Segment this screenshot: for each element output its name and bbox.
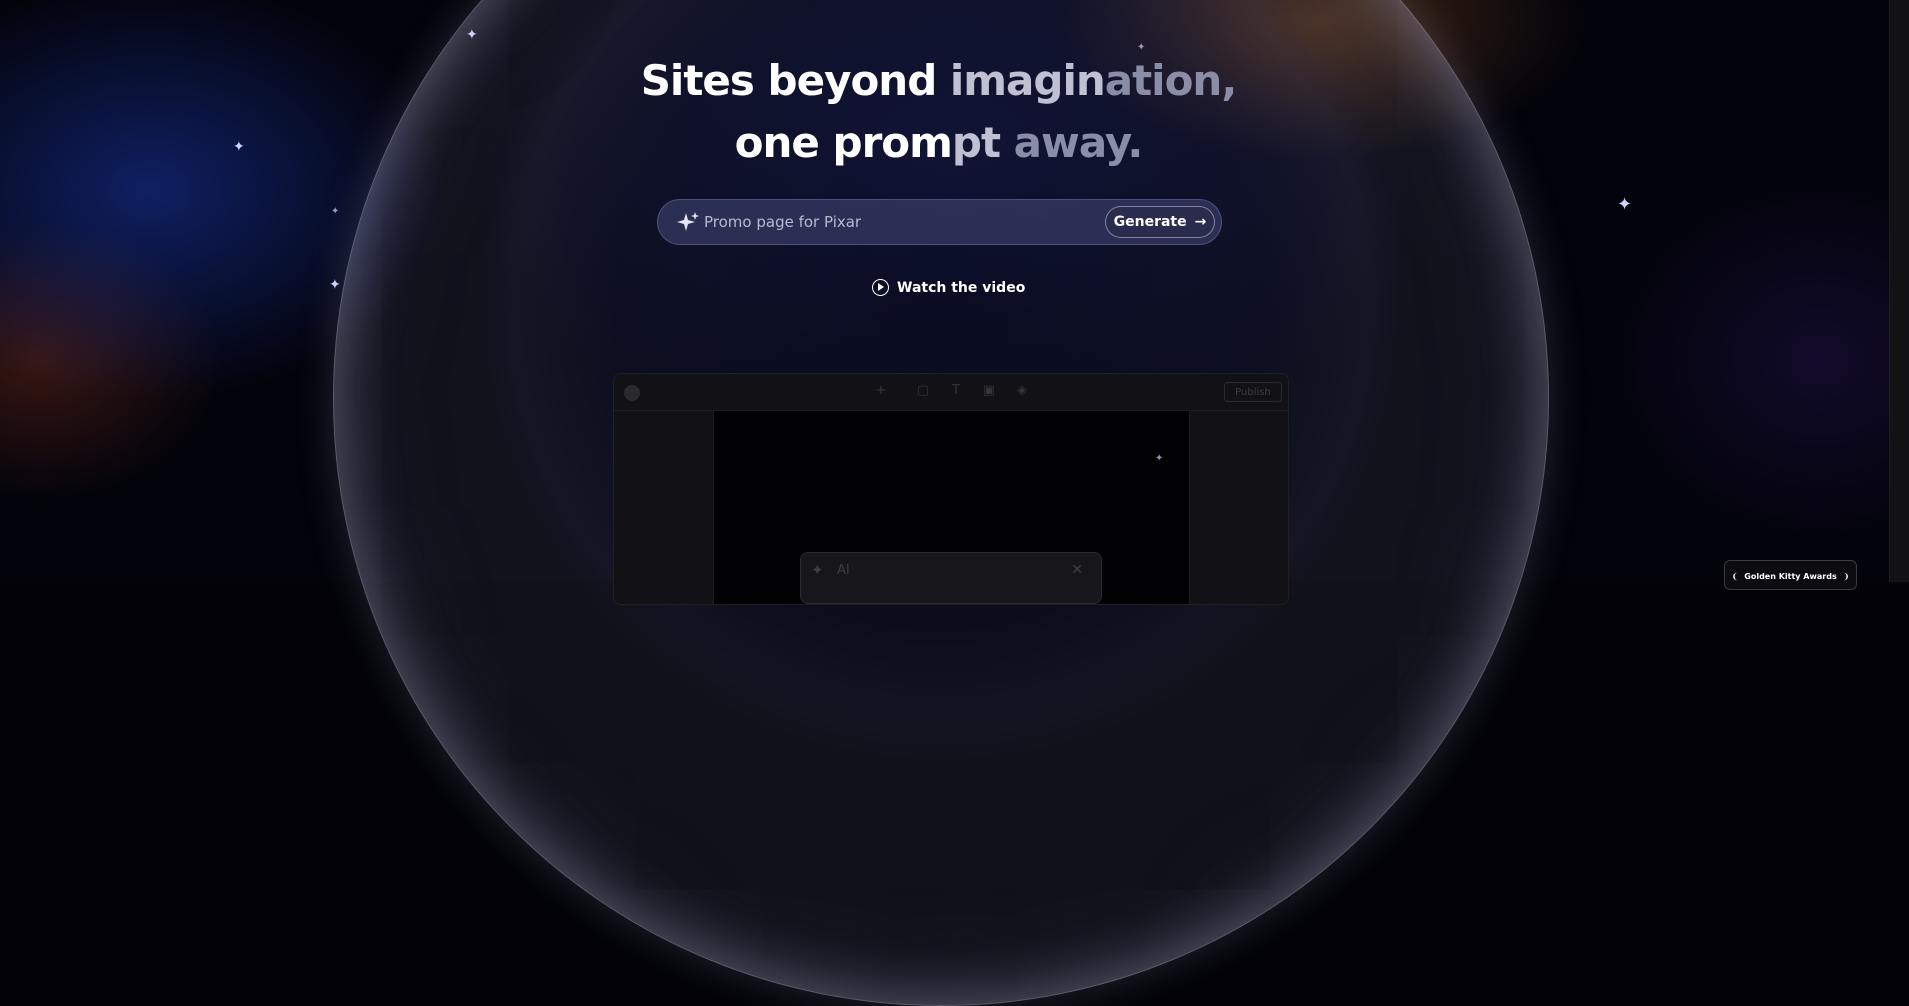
star-icon: ✦ (1617, 194, 1633, 215)
golden-kitty-badge[interactable]: ❨ Golden Kitty Awards ❩ (1724, 560, 1857, 590)
ai-label: AI (837, 563, 850, 578)
headline-line1: Sites beyond imagination, (640, 56, 1238, 105)
editor-preview: + ▢ T ▣ ◈ Publish ✦ ✦ AI ✕ (613, 373, 1289, 605)
badge-label: Golden Kitty Awards (1744, 572, 1837, 581)
laurel-icon: ❨ (1731, 572, 1739, 581)
star-icon: ✦ (1155, 453, 1164, 464)
scrollbar[interactable] (1889, 0, 1909, 582)
image-icon: ▣ (982, 383, 996, 398)
generate-button[interactable]: Generate → (1105, 206, 1215, 238)
arrow-right-icon: → (1194, 214, 1207, 230)
watch-video-link[interactable]: Watch the video (872, 279, 1025, 296)
star-icon: ✦ (466, 27, 478, 43)
generate-label: Generate (1113, 214, 1187, 230)
ai-panel: ✦ AI ✕ (800, 552, 1102, 604)
close-icon: ✕ (1071, 562, 1083, 578)
logo-icon (624, 385, 640, 401)
sparkles-icon (677, 212, 699, 231)
sparkles-icon: ✦ (811, 561, 824, 579)
editor-toolbar: + ▢ T ▣ ◈ Publish (614, 374, 1288, 411)
watch-video-label: Watch the video (897, 279, 1026, 296)
publish-button: Publish (1224, 382, 1282, 402)
star-icon: ✦ (329, 277, 341, 293)
laurel-icon: ❩ (1842, 572, 1850, 581)
add-icon: + (875, 383, 887, 398)
headline-line2: one prompt away. (734, 118, 1144, 167)
component-icon: ◈ (1017, 383, 1027, 398)
play-circle-icon (872, 279, 889, 296)
frame-icon: ▢ (916, 383, 930, 398)
prompt-bar: Generate → (657, 199, 1222, 245)
text-icon: T (952, 383, 960, 398)
prompt-input[interactable] (704, 210, 1084, 234)
star-icon: ✦ (331, 206, 340, 217)
hero-headline: Sites beyond imagination, one prompt awa… (0, 50, 1877, 174)
